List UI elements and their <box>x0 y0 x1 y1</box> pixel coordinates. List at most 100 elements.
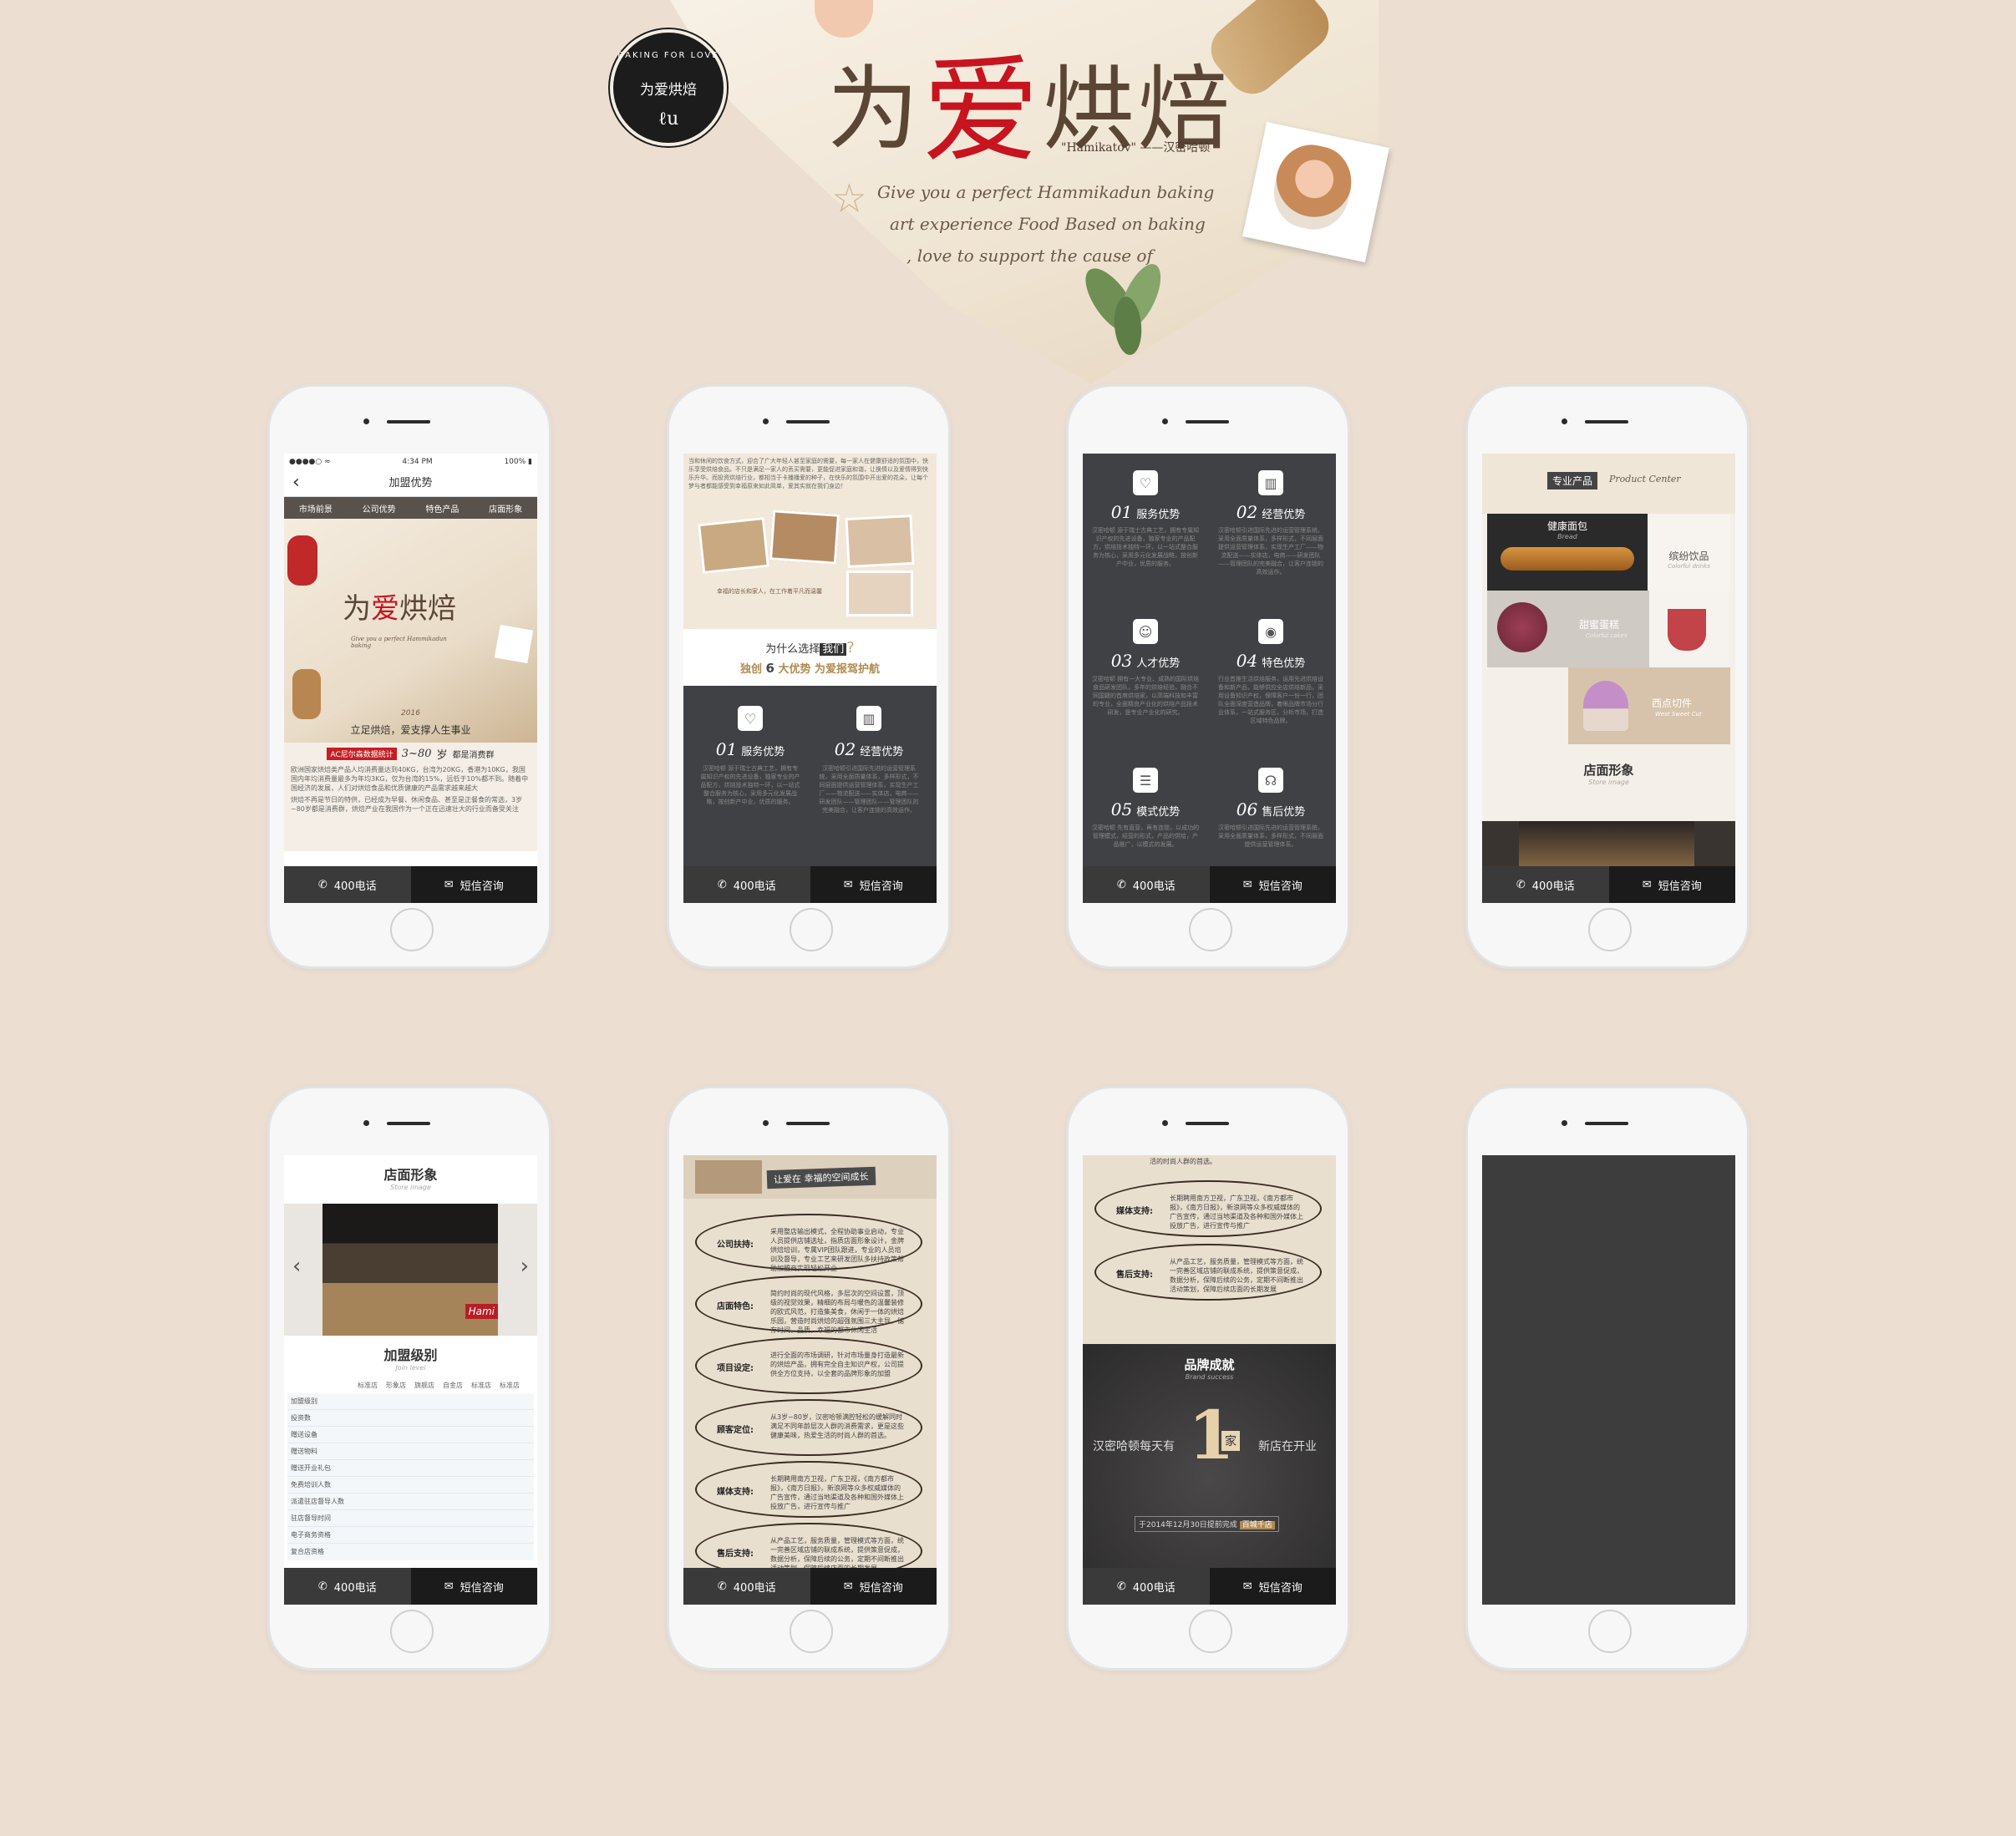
support-item: 媒体支持: 长期聘用南方卫视，广东卫视，《南方都市报》，《南方日报》，新浪网等众多… <box>695 1461 922 1518</box>
heart-icon: ♡ <box>1133 470 1158 495</box>
tab-products[interactable]: 特色产品 <box>425 502 459 515</box>
sms-label: 短信咨询 <box>1258 880 1303 893</box>
home-button[interactable] <box>1588 1610 1632 1653</box>
advantage-label: 服务优势 <box>741 746 785 758</box>
advantage-text: 汉密哈顿引进国际先进的运营管理系统，采用全面质量体系，多样形式，不同层面提供运营… <box>1218 527 1323 576</box>
product-cake[interactable]: 甜蜜蛋糕 Colorful cakes <box>1487 591 1649 667</box>
phone-icon: ✆ <box>317 878 328 891</box>
advantage-num: 04 <box>1236 651 1258 671</box>
camera-dot <box>763 1120 769 1126</box>
phone-4: 专业产品 Product Center 健康面包 Bread 缤纷饮品 Colo… <box>1465 384 1749 969</box>
product-west[interactable]: 西点切件 West Sweet Cut <box>1568 667 1730 744</box>
banner-title: 为爱烘焙 <box>343 592 456 626</box>
home-button[interactable] <box>390 908 434 951</box>
store-title: 店面形象 <box>1583 763 1634 778</box>
product-drink[interactable]: 缤纷饮品 Colorful drinks <box>1648 514 1730 591</box>
advantage-num: 06 <box>1236 799 1258 819</box>
question-mark: ? <box>846 639 855 657</box>
home-button[interactable] <box>1189 908 1232 951</box>
hero-script-1: Give you a perfect Hammikadun baking <box>877 182 1215 202</box>
product-bread[interactable]: 健康面包 Bread <box>1487 514 1648 591</box>
call-button[interactable]: ✆ 400电话 <box>1083 1568 1210 1605</box>
hero-script-2: art experience Food Based on baking <box>890 214 1206 234</box>
chart-icon: ▥ <box>1258 470 1283 495</box>
home-button[interactable] <box>1588 908 1632 951</box>
why-question: 为什么选择 <box>765 643 820 656</box>
screen-brand-success: 活的时尚人群的首选。 媒体支持: 长期聘用南方卫视，广东卫视，《南方都市报》，《南… <box>1083 1155 1336 1605</box>
home-button[interactable] <box>1189 1610 1232 1653</box>
brand-unit: 家 <box>1221 1431 1240 1451</box>
advantage-label: 人才优势 <box>1136 657 1181 670</box>
advantage-item: ☺ 03 人才优势 汉密哈顿 拥有一大专业、成熟的国际烘焙食品研发团队，多年的烘焙经… <box>1091 619 1200 750</box>
brand-title: 品牌成就 <box>1184 1357 1235 1372</box>
call-button[interactable]: ✆ 400电话 <box>284 1568 411 1605</box>
sms-button[interactable]: ✉ 短信咨询 <box>1209 1568 1336 1605</box>
mail-icon: ✉ <box>1242 1580 1252 1593</box>
store-photo <box>1519 821 1694 871</box>
call-button[interactable]: ✆ 400电话 <box>683 1568 810 1605</box>
phone-icon: ✆ <box>1516 878 1526 891</box>
level-row: 投资数 <box>287 1410 534 1427</box>
banner-image: 为爱烘焙 Give you a perfect Hammikadun bakin… <box>284 519 537 743</box>
product-bread-label: 健康面包 <box>1546 520 1587 532</box>
tab-market[interactable]: 市场前景 <box>299 502 333 515</box>
mail-icon: ✉ <box>444 878 454 891</box>
products-header: 专业产品 Product Center <box>1482 454 1735 514</box>
baguette-icon <box>1501 547 1634 571</box>
brand-success-section: 品牌成就 Brand success 汉密哈顿每天有 1 家 新店在开业 于20… <box>1083 1344 1336 1568</box>
sms-button[interactable]: ✉ 短信咨询 <box>810 866 937 903</box>
call-label: 400电话 <box>1531 880 1575 893</box>
sms-button[interactable]: ✉ 短信咨询 <box>810 1568 937 1605</box>
call-label: 400电话 <box>1132 880 1176 893</box>
home-button[interactable] <box>790 908 833 951</box>
list-icon: ☰ <box>1133 768 1158 793</box>
level-col: 标准店 <box>358 1382 378 1389</box>
sms-button[interactable]: ✉ 短信咨询 <box>1209 866 1336 903</box>
hero-title-a: 为 <box>827 56 922 163</box>
products-title: 专业产品 <box>1547 472 1598 489</box>
home-button[interactable] <box>390 1610 434 1653</box>
phone-icon: ✆ <box>1116 1580 1126 1593</box>
call-button[interactable]: ✆ 400电话 <box>284 866 411 903</box>
carousel-next-icon[interactable]: › <box>521 1254 529 1279</box>
home-button[interactable] <box>790 1610 833 1653</box>
advantage-num: 05 <box>1110 799 1133 819</box>
heart-icon: ♡ <box>738 706 763 731</box>
sms-label: 短信咨询 <box>1258 1581 1303 1595</box>
tab-company[interactable]: 公司优势 <box>363 502 396 515</box>
call-button[interactable]: ✆ 400电话 <box>1083 866 1210 903</box>
family-photo-1 <box>698 516 769 575</box>
screen-support: 让爱在 幸福的空间成长 公司扶持: 采用整店输出模式，全程协助事业启动，专业人员提… <box>683 1155 937 1605</box>
sms-button[interactable]: ✉ 短信咨询 <box>410 1568 537 1605</box>
call-label: 400电话 <box>733 1581 776 1595</box>
why-us-heading: 为什么选择 我们? 独创 6 大优势 为爱报驾护航 <box>683 629 937 686</box>
phone-6: 让爱在 幸福的空间成长 公司扶持: 采用整店输出模式，全程协助事业启动，专业人员提… <box>667 1086 951 1671</box>
support-value: 采用整店输出模式，全程协助事业启动，专业人员提供店铺选址，指质店面形象设计，金牌… <box>770 1228 904 1272</box>
contact-footer: ✆ 400电话 ✉ 短信咨询 <box>1482 866 1735 903</box>
tab-store[interactable]: 店面形象 <box>489 502 522 515</box>
sms-button[interactable]: ✉ 短信咨询 <box>410 866 537 903</box>
call-button[interactable]: ✆ 400电话 <box>1482 866 1609 903</box>
mail-icon: ✉ <box>1642 878 1652 891</box>
shop-front-icon <box>695 1160 762 1194</box>
call-button[interactable]: ✆ 400电话 <box>683 866 810 903</box>
speaker-slot <box>1585 1122 1628 1125</box>
carousel-prev-icon[interactable]: ‹ <box>292 1254 301 1279</box>
eye-icon: ◉ <box>1258 619 1283 644</box>
speaker-slot <box>1186 1122 1229 1125</box>
market-paragraph-2: 烘焙不再是节日的特供，已经成为早餐、休闲食品、甚至是正餐食的常选，3岁~80岁都… <box>291 796 523 813</box>
age-unit: 岁 <box>436 749 448 762</box>
brand-script: Brand success <box>1185 1373 1234 1381</box>
product-west-label: 西点切件 <box>1652 697 1693 709</box>
phone-1: ●●●●○ ≈ 4:34 PM 100% ▮ ‹ 加盟优势 市场前景 公司优势 … <box>267 384 551 969</box>
chef-face <box>1267 138 1358 236</box>
hero-subtitle: "Hamikatov" ——汉密哈顿 <box>1061 141 1211 155</box>
sms-button[interactable]: ✉ 短信咨询 <box>1608 866 1735 903</box>
star-cookie-icon: ☆ <box>831 175 868 222</box>
sms-label: 短信咨询 <box>460 880 504 893</box>
store-script: Store image <box>390 1184 431 1191</box>
level-row: 免费培训人数 <box>287 1477 534 1494</box>
back-chevron-icon[interactable]: ‹ <box>292 472 300 493</box>
mail-icon: ✉ <box>1242 878 1252 891</box>
advantage-text: 汉密哈顿 源于瑞士古典工艺，拥有专属知识产权的先进设备，独家专业的产品配方，烘焙… <box>700 765 800 805</box>
